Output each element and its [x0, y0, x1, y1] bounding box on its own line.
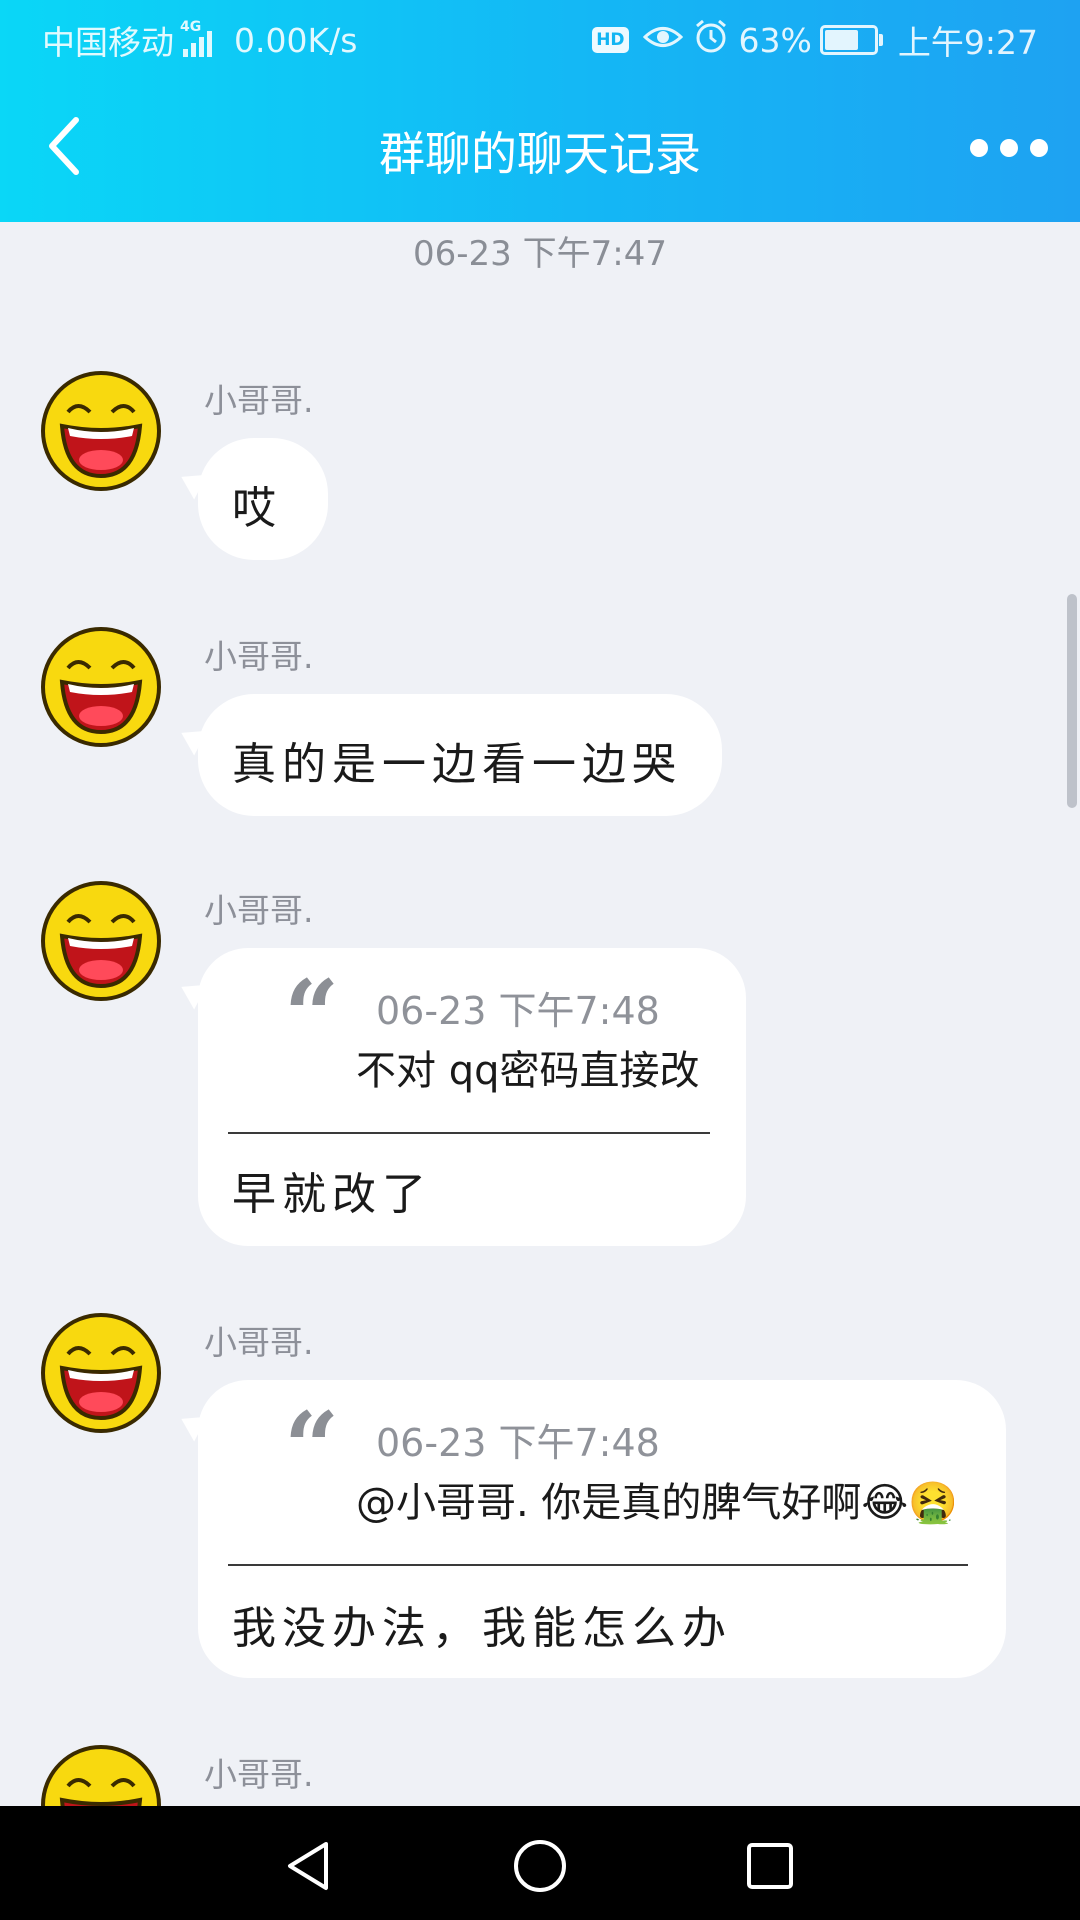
system-navigation-bar	[0, 1806, 1080, 1920]
network-speed-label: 0.00K/s	[234, 20, 358, 60]
nav-recents-button[interactable]	[740, 1836, 800, 1896]
message-text: 早就改了	[232, 1169, 432, 1220]
battery-icon	[819, 25, 883, 55]
avatar[interactable]	[40, 1312, 162, 1434]
eye-icon	[642, 21, 683, 60]
more-dot-icon	[970, 139, 988, 157]
hd-icon: HD	[592, 27, 629, 53]
sender-name: 小哥哥.	[204, 891, 314, 930]
laughing-face-icon	[41, 627, 161, 747]
reply-message-bubble[interactable]: “ 06-23 下午7:48 @小哥哥. 你是真的脾气好啊😂🤮 我没办法，我能怎…	[198, 1380, 1006, 1678]
quoted-message-time: 06-23 下午7:48	[376, 989, 660, 1033]
avatar[interactable]	[40, 626, 162, 748]
more-options-button[interactable]	[970, 128, 1048, 168]
more-dot-icon	[1000, 139, 1018, 157]
reply-message-bubble[interactable]: “ 06-23 下午7:48 不对 qq密码直接改 早就改了	[198, 948, 746, 1246]
message-bubble[interactable]: 真的是一边看一边哭	[198, 694, 722, 816]
scrollbar-thumb[interactable]	[1067, 594, 1077, 808]
sender-name: 小哥哥.	[204, 381, 314, 420]
message-timestamp: 06-23 下午7:47	[413, 234, 667, 274]
sender-name: 小哥哥.	[204, 1755, 314, 1794]
nav-home-button[interactable]	[510, 1836, 570, 1896]
avatar[interactable]	[40, 880, 162, 1002]
square-recents-icon	[747, 1843, 793, 1889]
quoted-message-text: @小哥哥. 你是真的脾气好啊😂🤮	[356, 1480, 958, 1526]
clock-label: 上午9:27	[897, 23, 1038, 62]
nav-back-button[interactable]	[280, 1836, 340, 1896]
laughing-face-icon	[41, 371, 161, 491]
message-text: 我没办法，我能怎么办	[232, 1603, 732, 1654]
laughing-face-icon	[41, 1313, 161, 1433]
avatar[interactable]	[40, 370, 162, 492]
status-bar: 中国移动 4G 0.00K/s HD 63% 上午9:27	[0, 0, 1080, 74]
app-header: 中国移动 4G 0.00K/s HD 63% 上午9:27 群聊的聊天记录	[0, 0, 1080, 222]
quoted-message-time: 06-23 下午7:48	[376, 1421, 660, 1465]
battery-percent-label: 63%	[738, 20, 812, 60]
message-text: 哎	[232, 483, 282, 534]
quote-icon: “	[284, 1391, 340, 1504]
more-dot-icon	[1030, 139, 1048, 157]
quote-divider	[228, 1132, 710, 1134]
laughing-face-icon	[41, 881, 161, 1001]
sender-name: 小哥哥.	[204, 1323, 314, 1362]
sender-name: 小哥哥.	[204, 637, 314, 676]
quoted-message-text: 不对 qq密码直接改	[356, 1048, 700, 1094]
message-text: 真的是一边看一边哭	[232, 739, 682, 790]
triangle-back-icon	[288, 1842, 328, 1890]
signal-icon: 4G	[180, 19, 212, 57]
page-title: 群聊的聊天记录	[379, 127, 701, 181]
carrier-label: 中国移动	[42, 23, 174, 62]
quote-divider	[228, 1564, 968, 1566]
message-bubble[interactable]: 哎	[198, 438, 328, 560]
quote-icon: “	[284, 959, 340, 1072]
alarm-icon	[693, 18, 729, 62]
network-type-label: 4G	[180, 19, 202, 35]
circle-home-icon	[514, 1840, 566, 1892]
